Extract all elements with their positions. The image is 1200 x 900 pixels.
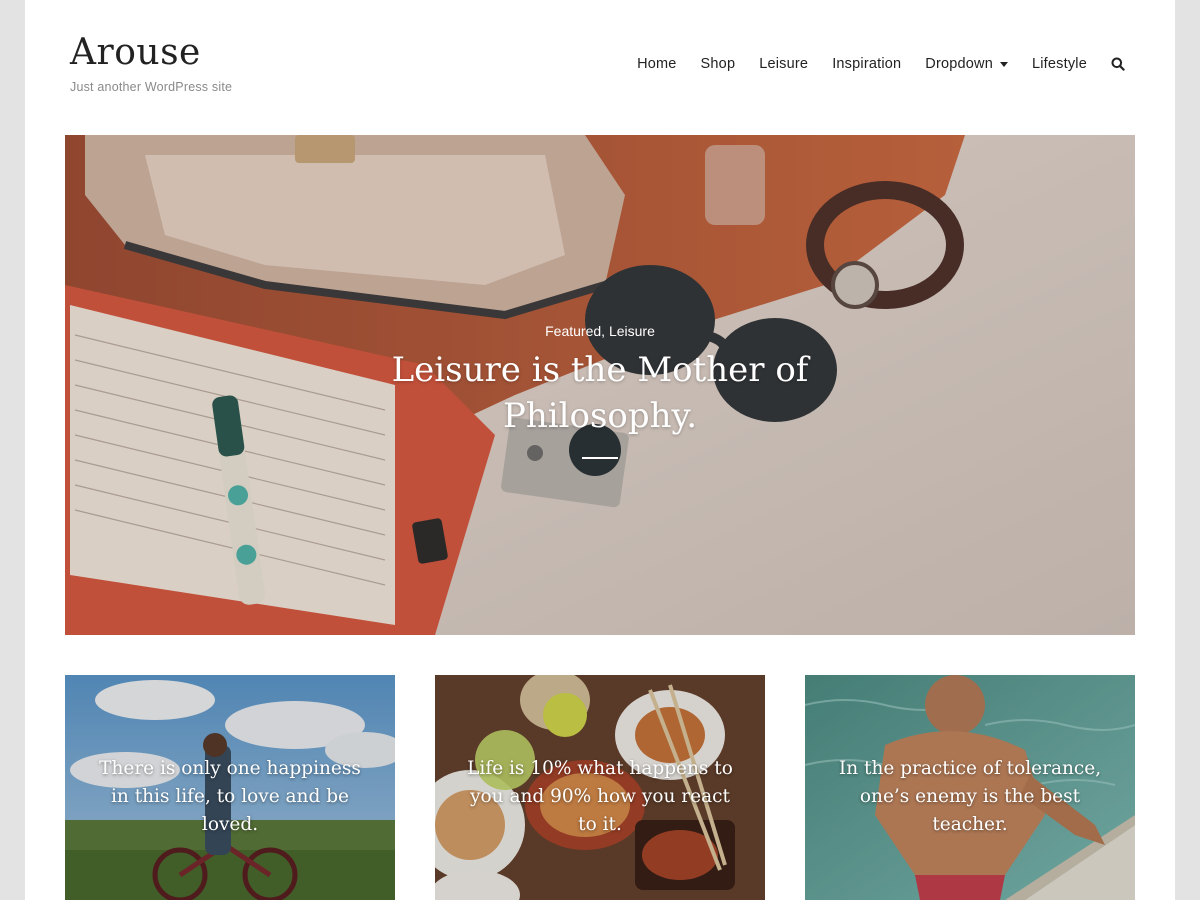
category-link-leisure[interactable]: Leisure bbox=[609, 323, 655, 339]
nav-item-leisure[interactable]: Leisure bbox=[759, 56, 808, 72]
site-title[interactable]: Arouse bbox=[70, 30, 232, 76]
nav-item-home[interactable]: Home bbox=[637, 56, 676, 72]
hero-categories: Featured, Leisure bbox=[545, 323, 655, 339]
post-card-3-title[interactable]: In the practice of tolerance, one’s enem… bbox=[835, 755, 1105, 839]
nav-item-dropdown-label: Dropdown bbox=[925, 56, 993, 72]
hero-caption: Featured, Leisure Leisure is the Mother … bbox=[65, 323, 1135, 459]
post-card-1-title[interactable]: There is only one happiness in this life… bbox=[95, 755, 365, 839]
post-card-2-title[interactable]: Life is 10% what happens to you and 90% … bbox=[465, 755, 735, 839]
category-separator: , bbox=[601, 323, 606, 339]
featured-slider[interactable]: Featured, Leisure Leisure is the Mother … bbox=[65, 135, 1135, 635]
caret-down-icon bbox=[1000, 61, 1008, 67]
nav-item-dropdown[interactable]: Dropdown bbox=[925, 56, 1008, 72]
search-icon[interactable] bbox=[1111, 57, 1125, 71]
nav-item-lifestyle[interactable]: Lifestyle bbox=[1032, 56, 1087, 72]
post-card-3[interactable]: In the practice of tolerance, one’s enem… bbox=[805, 675, 1135, 900]
post-card-1[interactable]: There is only one happiness in this life… bbox=[65, 675, 395, 900]
site-branding: Arouse Just another WordPress site bbox=[70, 30, 232, 94]
site-tagline: Just another WordPress site bbox=[70, 80, 233, 94]
main-navigation: Home Shop Leisure Inspiration Dropdown L… bbox=[613, 56, 1125, 72]
nav-item-shop[interactable]: Shop bbox=[701, 56, 736, 72]
nav-item-inspiration[interactable]: Inspiration bbox=[832, 56, 901, 72]
hero-divider bbox=[582, 457, 618, 459]
category-link-featured[interactable]: Featured bbox=[545, 323, 601, 339]
page-container: Arouse Just another WordPress site Home … bbox=[25, 0, 1175, 900]
post-card-2[interactable]: Life is 10% what happens to you and 90% … bbox=[435, 675, 765, 900]
hero-title[interactable]: Leisure is the Mother of Philosophy. bbox=[385, 347, 815, 439]
